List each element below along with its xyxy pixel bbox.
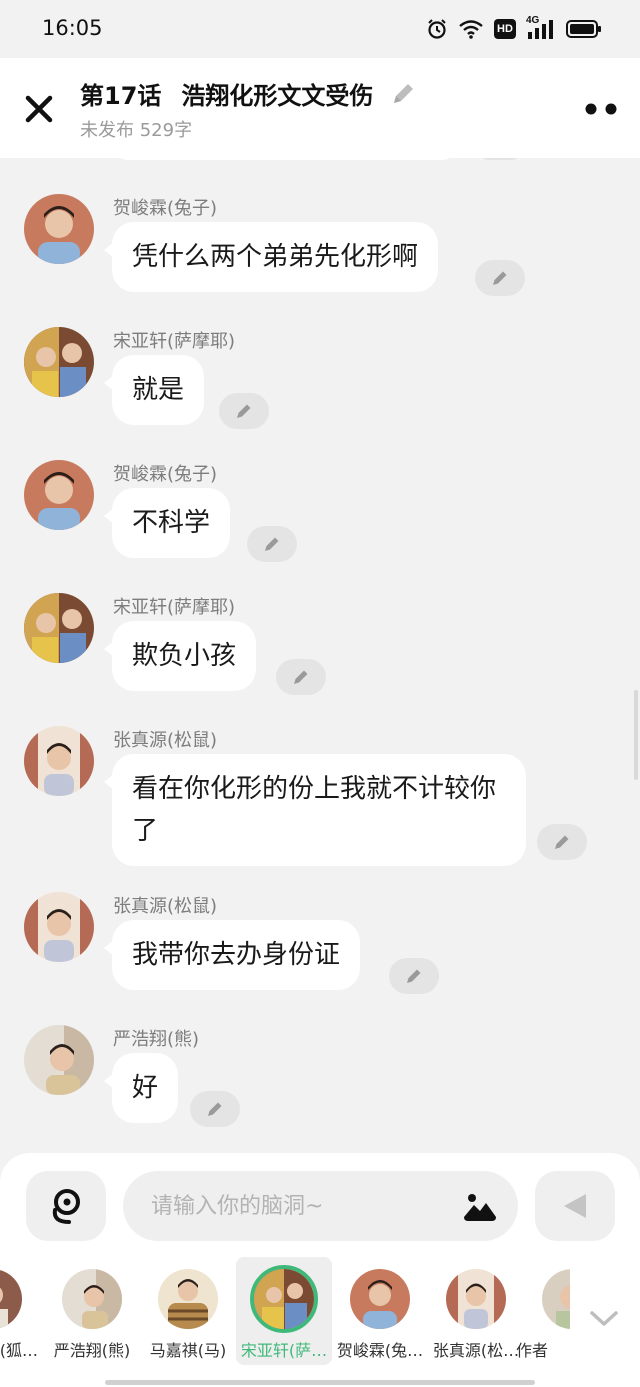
avatar[interactable]: [24, 460, 94, 530]
chat-list[interactable]: 贺峻霖(兔子) 凭什么两个弟弟先化形啊 宋亚轩(萨摩耶) 就是 贺峻霖(兔子) …: [0, 158, 640, 1153]
message-bubble[interactable]: 凭什么两个弟弟先化形啊: [103, 222, 439, 292]
battery-icon: [566, 20, 601, 38]
sender-name: 张真源(松鼠): [113, 896, 218, 917]
role-name: 作者: [516, 1341, 549, 1360]
sender-name: 贺峻霖(兔子): [113, 198, 218, 219]
message-bubble[interactable]: 就是: [103, 355, 205, 425]
previous-message-bubble[interactable]: [112, 158, 458, 160]
role-item-selected[interactable]: 宋亚轩(萨…: [236, 1257, 332, 1365]
voice-button[interactable]: [26, 1171, 106, 1241]
sender-name: 宋亚轩(萨摩耶): [113, 597, 236, 618]
role-item[interactable]: 作者: [500, 1257, 570, 1365]
edit-message-button[interactable]: [537, 824, 587, 860]
previous-edit-button[interactable]: [478, 158, 522, 160]
send-button[interactable]: [535, 1171, 615, 1241]
edit-message-button[interactable]: [276, 659, 326, 695]
hd-icon: HD: [494, 19, 516, 39]
send-icon: [564, 1194, 586, 1218]
avatar[interactable]: [24, 593, 94, 663]
pencil-icon: [407, 969, 421, 983]
status-bar: 16:05 HD 4G: [0, 0, 640, 58]
scrollbar[interactable]: [634, 690, 638, 780]
chapter-header: 第17话 浩翔化形文文受伤 未发布 529字: [0, 58, 640, 158]
publish-status: 未发布 529字: [80, 120, 193, 141]
role-avatar: [0, 1269, 22, 1329]
edit-message-button[interactable]: [475, 260, 525, 296]
home-indicator[interactable]: [105, 1380, 535, 1385]
role-name: 宋亚轩(萨…: [240, 1341, 328, 1360]
avatar[interactable]: [24, 327, 94, 397]
message-bubble[interactable]: 不科学: [103, 488, 231, 558]
more-options-icon[interactable]: [584, 102, 618, 116]
status-icons: HD 4G: [426, 14, 602, 44]
input-panel: (狐… 严浩翔(熊) 马嘉祺(马) 宋亚轩(萨… 贺峻霖(兔…: [0, 1153, 640, 1387]
role-selector[interactable]: (狐… 严浩翔(熊) 马嘉祺(马) 宋亚轩(萨… 贺峻霖(兔… 张真源(松… 作…: [0, 1257, 640, 1365]
role-name: 马嘉祺(马): [149, 1341, 227, 1360]
role-name: (狐…: [0, 1341, 38, 1360]
idea-input[interactable]: [123, 1171, 518, 1241]
pencil-icon: [265, 537, 279, 551]
avatar[interactable]: [24, 1025, 94, 1095]
message-bubble[interactable]: 我带你去办身份证: [103, 920, 361, 990]
title-row: 第17话 浩翔化形文文受伤: [80, 76, 417, 111]
edit-message-button[interactable]: [190, 1091, 240, 1127]
edit-message-button[interactable]: [389, 958, 439, 994]
role-item[interactable]: 马嘉祺(马): [140, 1257, 236, 1365]
sender-name: 张真源(松鼠): [113, 730, 218, 751]
avatar[interactable]: [24, 194, 94, 264]
sender-name: 贺峻霖(兔子): [113, 464, 218, 485]
message-bubble[interactable]: 欺负小孩: [103, 621, 257, 691]
role-avatar: [250, 1265, 318, 1333]
role-avatar: [158, 1269, 218, 1329]
edit-message-button[interactable]: [219, 393, 269, 429]
avatar[interactable]: [24, 726, 94, 796]
pencil-icon: [555, 835, 569, 849]
sender-name: 宋亚轩(萨摩耶): [113, 331, 236, 352]
sender-name: 严浩翔(熊): [113, 1029, 200, 1050]
episode-number: 第17话: [80, 82, 162, 110]
pencil-icon[interactable]: [389, 80, 417, 108]
role-avatar: [446, 1269, 506, 1329]
voice-icon: [52, 1189, 80, 1224]
message-bubble[interactable]: 看在你化形的份上我就不计较你了: [104, 754, 526, 866]
alarm-icon: [428, 19, 446, 39]
wifi-icon: [459, 20, 483, 39]
role-avatar: [542, 1269, 570, 1329]
role-avatar: [350, 1269, 410, 1329]
4g-signal-icon: 4G: [526, 15, 556, 41]
pencil-icon: [237, 404, 251, 418]
episode-title[interactable]: 浩翔化形文文受伤: [181, 76, 373, 111]
avatar[interactable]: [24, 892, 94, 962]
role-name: 贺峻霖(兔…: [336, 1341, 424, 1360]
edit-message-button[interactable]: [247, 526, 297, 562]
role-avatar: [62, 1269, 122, 1329]
message-bubble[interactable]: 好: [103, 1053, 179, 1123]
role-name: 严浩翔(熊): [53, 1341, 131, 1360]
close-icon[interactable]: [22, 92, 56, 126]
role-item[interactable]: (狐…: [0, 1257, 40, 1365]
pencil-icon: [493, 271, 507, 285]
pencil-icon: [294, 670, 308, 684]
pencil-icon: [208, 1102, 222, 1116]
image-icon[interactable]: [462, 1189, 498, 1223]
status-time: 16:05: [42, 16, 103, 40]
role-item[interactable]: 严浩翔(熊): [44, 1257, 140, 1365]
chevron-down-icon[interactable]: [586, 1303, 622, 1333]
role-item[interactable]: 贺峻霖(兔…: [332, 1257, 428, 1365]
